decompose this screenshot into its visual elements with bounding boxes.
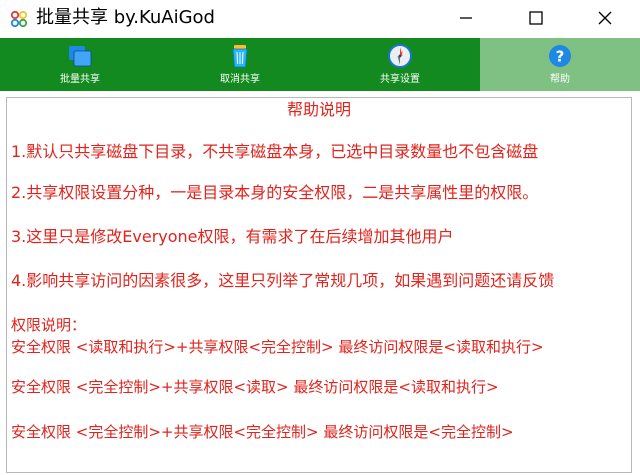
permission-rule-1: 安全权限 <读取和执行>+共享权限<完全控制> 最终访问权限是<读取和执行> [11, 338, 544, 356]
help-panel: 帮助说明 1.默认只共享磁盘下目录，不共享磁盘本身，已选中目录数量也不包含磁盘 … [6, 97, 632, 473]
tab-batch-share[interactable]: 批量共享 [0, 38, 160, 91]
close-button[interactable] [574, 0, 636, 38]
app-window: 批量共享 by.KuAiGod 批量共享 取消共享 共享设置 ? 帮助 帮助说明… [0, 0, 640, 475]
trash-icon [226, 42, 254, 70]
tab-share-settings[interactable]: 共享设置 [320, 38, 480, 91]
window-title: 批量共享 by.KuAiGod [36, 7, 215, 28]
help-line-4: 4.影响共享访问的因素很多，这里只列举了常规几项，如果遇到问题还请反馈 [11, 271, 555, 290]
maximize-button[interactable] [505, 0, 567, 38]
permission-heading: 权限说明： [11, 316, 87, 334]
help-line-1: 1.默认只共享磁盘下目录，不共享磁盘本身，已选中目录数量也不包含磁盘 [11, 142, 539, 161]
help-line-2: 2.共享权限设置分种，一是目录本身的安全权限，二是共享属性里的权限。 [11, 183, 539, 202]
folders-icon [66, 42, 94, 70]
help-title: 帮助说明 [286, 100, 351, 119]
tab-label: 共享设置 [380, 74, 420, 85]
minimize-icon [459, 10, 473, 29]
app-logo-icon [9, 9, 29, 29]
help-icon: ? [546, 42, 574, 70]
svg-text:?: ? [556, 48, 565, 66]
tab-label: 批量共享 [60, 74, 100, 85]
tab-label: 帮助 [550, 74, 570, 85]
close-icon [598, 10, 612, 29]
tab-help[interactable]: ? 帮助 [480, 38, 640, 91]
main-toolbar: 批量共享 取消共享 共享设置 ? 帮助 [0, 38, 640, 91]
tab-cancel-share[interactable]: 取消共享 [160, 38, 320, 91]
minimize-button[interactable] [435, 0, 497, 38]
title-bar[interactable]: 批量共享 by.KuAiGod [0, 0, 640, 38]
help-line-3: 3.这里只是修改Everyone权限，有需求了在后续增加其他用户 [11, 227, 454, 246]
permission-rule-3: 安全权限 <完全控制>+共享权限<完全控制> 最终访问权限是<完全控制> [11, 423, 514, 441]
permission-rule-2: 安全权限 <完全控制>+共享权限<读取> 最终访问权限是<读取和执行> [11, 378, 499, 396]
compass-icon [386, 42, 414, 70]
tab-label: 取消共享 [220, 74, 260, 85]
maximize-icon [529, 10, 543, 29]
